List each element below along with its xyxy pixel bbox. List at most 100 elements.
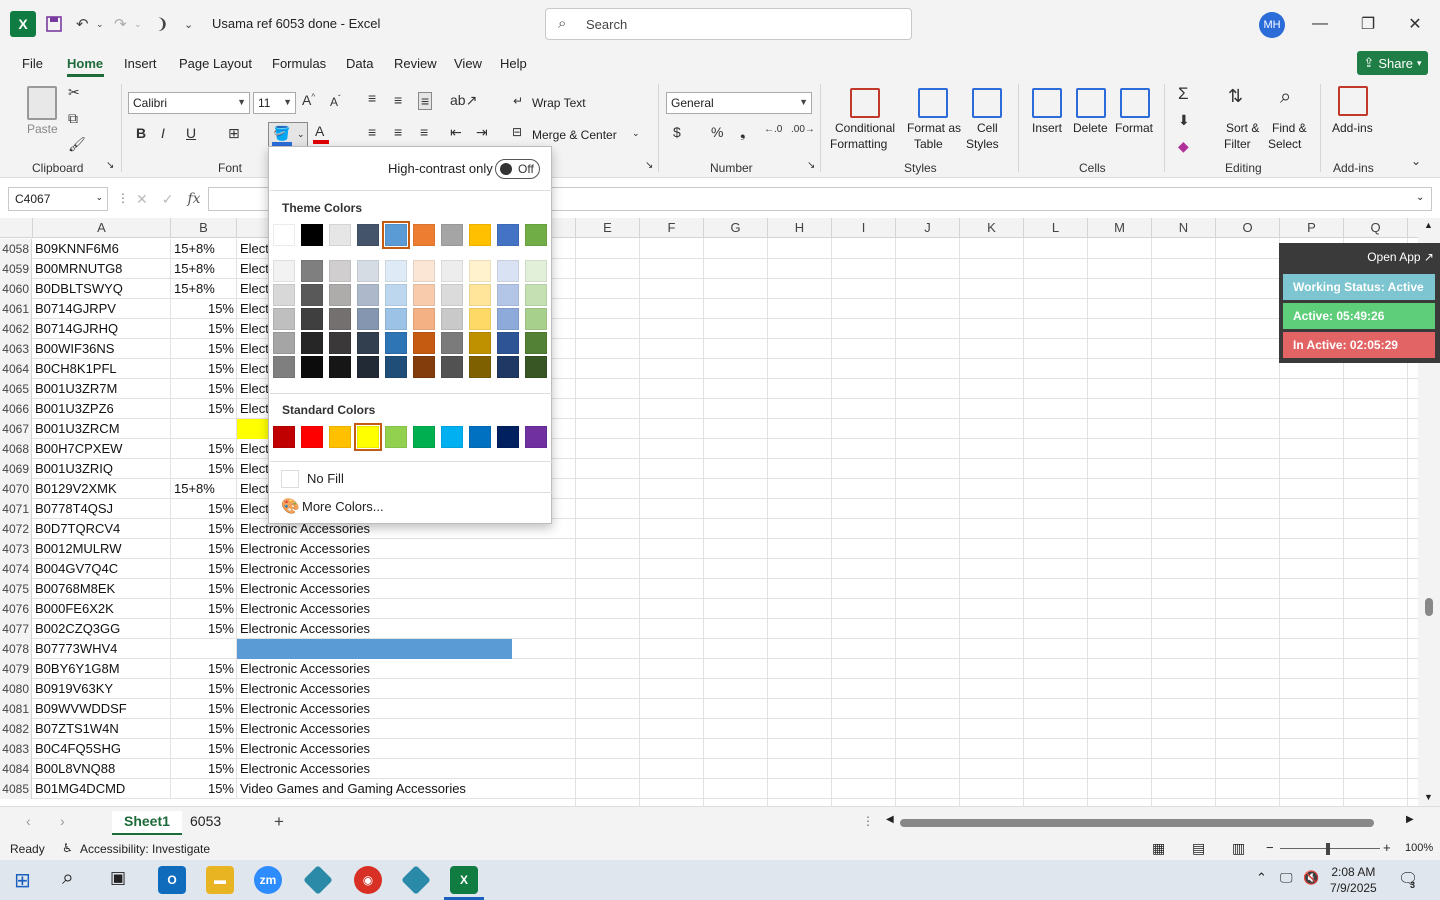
theme-color-swatch[interactable] bbox=[441, 224, 463, 246]
theme-shade-swatch[interactable] bbox=[273, 260, 295, 282]
cell-a[interactable]: B0919V63KY bbox=[33, 679, 171, 699]
prev-sheet-icon[interactable]: ‹ bbox=[26, 813, 31, 829]
number-format-combo[interactable]: General ▼ bbox=[666, 92, 812, 114]
cell-b[interactable] bbox=[171, 419, 237, 439]
increase-indent-icon[interactable]: ⇥ bbox=[476, 124, 488, 141]
cell-b[interactable]: 15% bbox=[171, 759, 237, 779]
zoom-slider[interactable] bbox=[1280, 848, 1380, 849]
cell-a[interactable]: B0778T4QSJ bbox=[33, 499, 171, 519]
theme-color-swatch[interactable] bbox=[273, 224, 295, 246]
cell-b[interactable]: 15% bbox=[171, 359, 237, 379]
cell-a[interactable]: B004GV7Q4C bbox=[33, 559, 171, 579]
row-header[interactable]: 4061 bbox=[0, 299, 32, 319]
column-header-p[interactable]: P bbox=[1280, 218, 1344, 238]
cell-b[interactable]: 15% bbox=[171, 779, 237, 799]
cell-b[interactable]: 15+8% bbox=[171, 259, 237, 279]
theme-color-swatch[interactable] bbox=[301, 224, 323, 246]
number-launcher-icon[interactable]: ↘ bbox=[807, 160, 815, 171]
outlook-icon[interactable]: O bbox=[158, 866, 186, 894]
cell-b[interactable]: 15% bbox=[171, 499, 237, 519]
add-ins-icon[interactable] bbox=[1338, 86, 1368, 116]
cell-b[interactable]: 15% bbox=[171, 579, 237, 599]
scroll-up-icon[interactable]: ▲ bbox=[1424, 220, 1433, 230]
cell-a[interactable]: B0C4FQ5SHG bbox=[33, 739, 171, 759]
cell-a[interactable]: B01MG4DCMD bbox=[33, 779, 171, 799]
cell-a[interactable]: B001U3ZRIQ bbox=[33, 459, 171, 479]
theme-shade-swatch[interactable] bbox=[385, 284, 407, 306]
repeat-icon[interactable]: ❩ bbox=[156, 12, 169, 36]
conditional-formatting-label-2[interactable]: Formatting bbox=[830, 137, 887, 151]
tab-home[interactable]: Home bbox=[67, 56, 103, 71]
name-box[interactable]: C4067 ⌄ bbox=[8, 187, 108, 211]
format-painter-icon[interactable]: 🖌 bbox=[68, 136, 86, 153]
standard-color-swatch[interactable] bbox=[273, 426, 295, 448]
insert-cells-label[interactable]: Insert bbox=[1032, 121, 1062, 135]
app-diamond-icon[interactable] bbox=[303, 865, 333, 895]
add-sheet-icon[interactable]: + bbox=[274, 812, 284, 832]
insert-function-icon[interactable]: fx bbox=[187, 191, 200, 207]
cell-c[interactable]: Electronic Accessories bbox=[237, 599, 512, 619]
theme-shade-swatch[interactable] bbox=[497, 308, 519, 330]
theme-shade-swatch[interactable] bbox=[441, 284, 463, 306]
cell-a[interactable]: B0129V2XMK bbox=[33, 479, 171, 499]
app-diamond-icon-2[interactable] bbox=[401, 865, 431, 895]
row-header[interactable]: 4065 bbox=[0, 379, 32, 399]
cell-c[interactable] bbox=[237, 639, 512, 659]
tab-view[interactable]: View bbox=[454, 56, 482, 71]
row-header[interactable]: 4078 bbox=[0, 639, 32, 659]
restore-icon[interactable]: ❐ bbox=[1358, 12, 1378, 36]
theme-shade-swatch[interactable] bbox=[385, 260, 407, 282]
merge-center-icon[interactable]: ⊟ bbox=[512, 125, 522, 139]
column-header-f[interactable]: F bbox=[640, 218, 704, 238]
format-as-table-label-2[interactable]: Table bbox=[914, 137, 943, 151]
row-header[interactable]: 4081 bbox=[0, 699, 32, 719]
align-top-icon[interactable]: ≡ bbox=[368, 90, 376, 106]
theme-shade-swatch[interactable] bbox=[525, 356, 547, 378]
notifications-icon[interactable]: 🗨 bbox=[1398, 869, 1418, 889]
decrease-font-icon[interactable]: Aˇ bbox=[330, 94, 341, 109]
cell-c[interactable]: Electronic Accessories bbox=[237, 759, 512, 779]
windows-start-icon[interactable]: ⊞ bbox=[14, 868, 31, 893]
cell-b[interactable]: 15% bbox=[171, 339, 237, 359]
theme-shade-swatch[interactable] bbox=[385, 356, 407, 378]
column-header-k[interactable]: K bbox=[960, 218, 1024, 238]
next-sheet-icon[interactable]: › bbox=[60, 813, 65, 829]
theme-shade-swatch[interactable] bbox=[329, 332, 351, 354]
file-explorer-icon[interactable]: ▬ bbox=[206, 866, 234, 894]
standard-color-swatch[interactable] bbox=[301, 426, 323, 448]
zoom-in-icon[interactable]: + bbox=[1383, 840, 1391, 855]
row-header[interactable]: 4070 bbox=[0, 479, 32, 499]
cell-a[interactable]: B07773WHV4 bbox=[33, 639, 171, 659]
cell-b[interactable] bbox=[171, 639, 237, 659]
wrap-text-label[interactable]: Wrap Text bbox=[532, 96, 586, 110]
row-header[interactable]: 4060 bbox=[0, 279, 32, 299]
more-colors-option[interactable]: 🎨 More Colors... bbox=[281, 497, 539, 517]
comma-icon[interactable]: ❟ bbox=[740, 124, 746, 141]
column-header-h[interactable]: H bbox=[768, 218, 832, 238]
theme-shade-swatch[interactable] bbox=[497, 332, 519, 354]
cell-styles-icon[interactable] bbox=[972, 88, 1002, 118]
theme-shade-swatch[interactable] bbox=[385, 308, 407, 330]
column-header-e[interactable]: E bbox=[576, 218, 640, 238]
theme-shade-swatch[interactable] bbox=[413, 308, 435, 330]
cell-b[interactable]: 15% bbox=[171, 699, 237, 719]
row-header[interactable]: 4075 bbox=[0, 579, 32, 599]
find-select-icon[interactable]: ⌕ bbox=[1280, 86, 1291, 109]
cell-a[interactable]: B000FE6X2K bbox=[33, 599, 171, 619]
row-header[interactable]: 4064 bbox=[0, 359, 32, 379]
theme-shade-swatch[interactable] bbox=[525, 260, 547, 282]
column-header-g[interactable]: G bbox=[704, 218, 768, 238]
find-select-label-2[interactable]: Select bbox=[1268, 137, 1301, 151]
cell-a[interactable]: B0DBLTSWYQ bbox=[33, 279, 171, 299]
clear-icon[interactable]: ◆ bbox=[1178, 138, 1189, 155]
tab-page-layout[interactable]: Page Layout bbox=[179, 56, 252, 71]
sort-filter-label-1[interactable]: Sort & bbox=[1226, 121, 1259, 135]
format-as-table-icon[interactable] bbox=[918, 88, 948, 118]
worksheet-grid[interactable]: A B C D E F G H I J K L M N O P Q 4058B0… bbox=[0, 218, 1418, 806]
font-size-combo[interactable]: 11 ▼ bbox=[253, 92, 296, 114]
theme-color-swatch[interactable] bbox=[357, 224, 379, 246]
theme-shade-swatch[interactable] bbox=[441, 260, 463, 282]
tab-formulas[interactable]: Formulas bbox=[272, 56, 326, 71]
row-header[interactable]: 4080 bbox=[0, 679, 32, 699]
find-select-label-1[interactable]: Find & bbox=[1272, 121, 1307, 135]
